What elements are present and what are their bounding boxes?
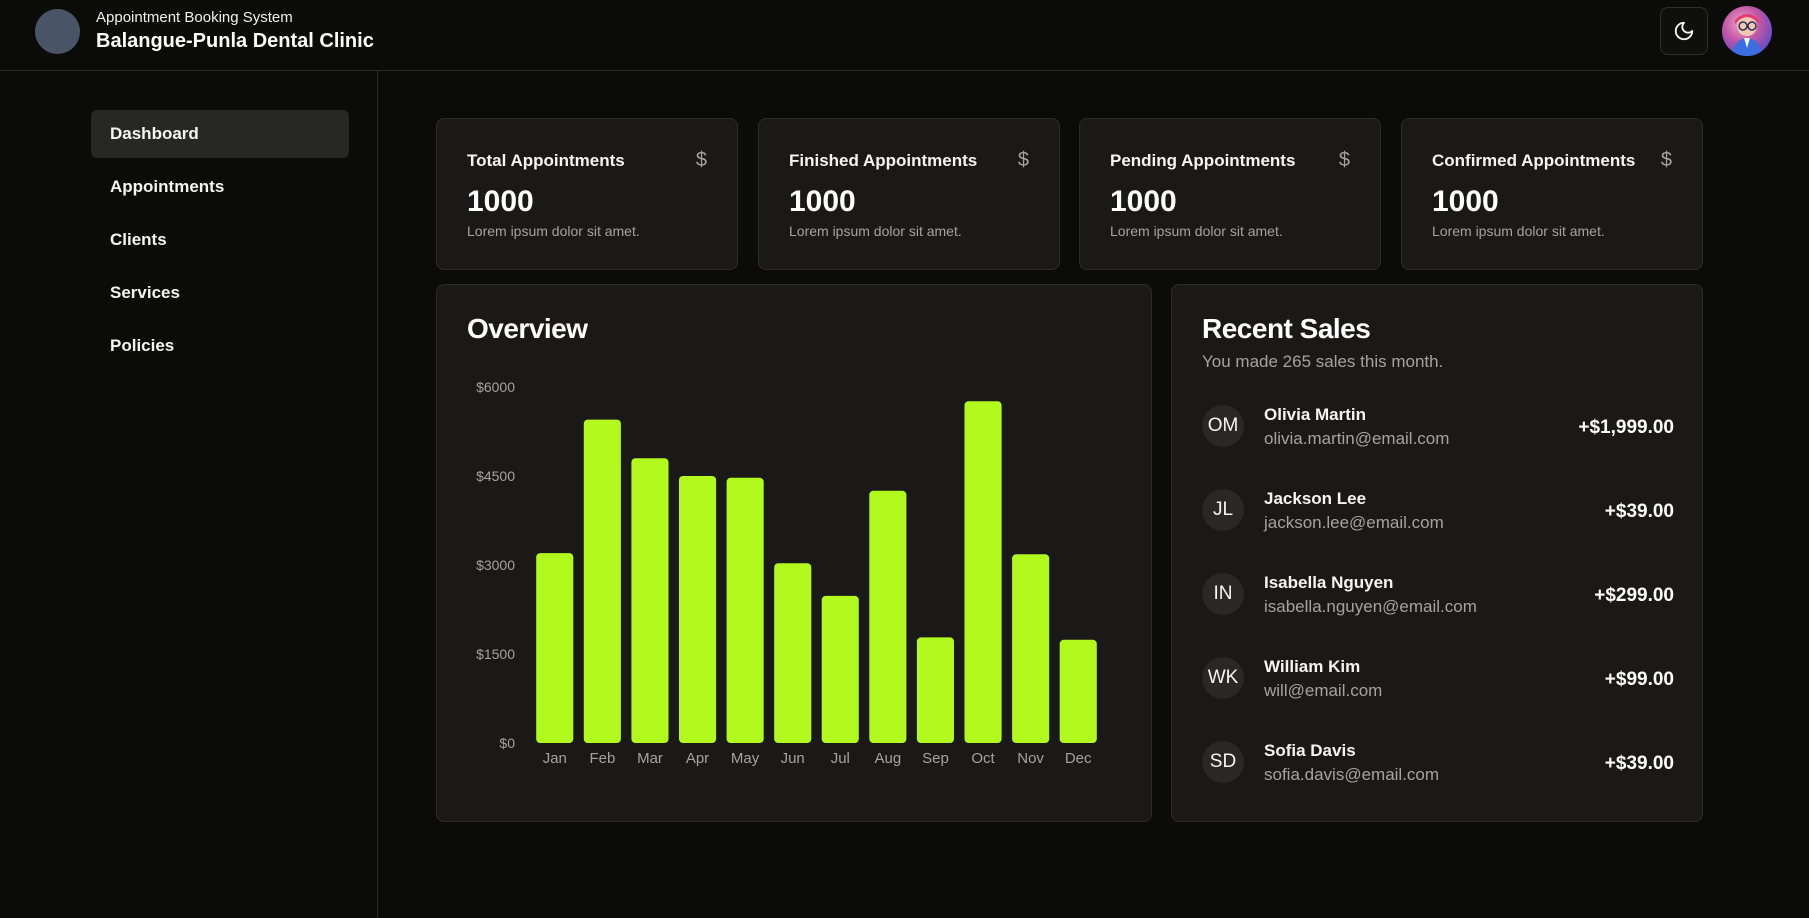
- sidebar-item-dashboard[interactable]: Dashboard: [91, 110, 349, 158]
- bar-may: [726, 477, 764, 743]
- bar-jul: [821, 595, 859, 743]
- stat-value: 1000: [1110, 185, 1177, 218]
- customer-avatar: OM: [1202, 405, 1244, 447]
- stat-value: 1000: [1432, 185, 1499, 218]
- y-tick-label: $0: [499, 735, 515, 751]
- x-tick-label: Jun: [781, 750, 805, 767]
- stat-description: Lorem ipsum dolor sit amet.: [1110, 223, 1283, 239]
- x-tick-label: Aug: [875, 750, 902, 767]
- stat-description: Lorem ipsum dolor sit amet.: [467, 223, 640, 239]
- customer-avatar: JL: [1202, 489, 1244, 531]
- overview-card: Overview $0 $1500 $3000 $4500 $6000 Jan Feb Mar…: [436, 284, 1152, 822]
- stat-card-pending: Pending Appointments $ 1000 Lorem ipsum …: [1079, 118, 1381, 270]
- bar-sep: [916, 637, 954, 743]
- y-tick-label: $1500: [476, 646, 515, 662]
- sidebar-item-clients[interactable]: Clients: [91, 216, 349, 264]
- bar-nov: [1012, 554, 1050, 743]
- sale-row: WK William Kim will@email.com +$99.00: [1202, 655, 1674, 703]
- customer-avatar: SD: [1202, 741, 1244, 783]
- customer-name: Isabella Nguyen: [1264, 573, 1394, 592]
- recent-sales-card: Recent Sales You made 265 sales this mon…: [1171, 284, 1703, 822]
- x-tick-label: Jan: [543, 750, 567, 767]
- avatar-image: [1732, 14, 1762, 56]
- x-tick-label: Apr: [686, 750, 709, 767]
- sale-amount: +$1,999.00: [1578, 417, 1674, 438]
- sale-row: IN Isabella Nguyen isabella.nguyen@email…: [1202, 571, 1674, 619]
- customer-email: isabella.nguyen@email.com: [1264, 597, 1477, 616]
- bar-jan: [536, 553, 574, 743]
- dollar-icon: $: [695, 149, 707, 171]
- sale-row: SD Sofia Davis sofia.davis@email.com +$3…: [1202, 739, 1674, 787]
- sidebar-item-appointments[interactable]: Appointments: [91, 163, 349, 211]
- dollar-icon: $: [1660, 149, 1672, 171]
- bar-jun: [774, 563, 812, 743]
- y-tick-label: $3000: [476, 557, 515, 573]
- customer-avatar: WK: [1202, 657, 1244, 699]
- stat-title: Pending Appointments: [1110, 151, 1296, 170]
- sale-amount: +$99.00: [1604, 669, 1674, 690]
- clinic-logo: [35, 9, 80, 54]
- x-tick-label: Mar: [637, 750, 663, 767]
- sidebar-item-services[interactable]: Services: [91, 269, 349, 317]
- bar-oct: [964, 401, 1002, 743]
- sale-row: JL Jackson Lee jackson.lee@email.com +$3…: [1202, 487, 1674, 535]
- recent-sales-title: Recent Sales: [1202, 313, 1371, 344]
- stat-value: 1000: [789, 185, 856, 218]
- app-header: Appointment Booking System Balangue-Punl…: [0, 0, 1809, 71]
- customer-email: sofia.davis@email.com: [1264, 765, 1440, 784]
- sale-row: OM Olivia Martin olivia.martin@email.com…: [1202, 403, 1674, 451]
- bar-apr: [679, 476, 717, 743]
- customer-name: Sofia Davis: [1264, 741, 1356, 760]
- bar-feb: [583, 419, 621, 743]
- overview-bar-chart: $0 $1500 $3000 $4500 $6000 Jan Feb Mar Apr May Jun…: [476, 379, 1097, 767]
- stat-title: Finished Appointments: [789, 151, 978, 170]
- x-tick-label: Sep: [922, 750, 949, 767]
- stat-title: Total Appointments: [467, 151, 625, 170]
- x-tick-label: Jul: [831, 750, 850, 767]
- customer-name: Jackson Lee: [1264, 489, 1367, 508]
- stat-card-confirmed: Confirmed Appointments $ 1000 Lorem ipsu…: [1401, 118, 1703, 270]
- y-tick-label: $6000: [476, 379, 515, 395]
- y-tick-label: $4500: [476, 468, 515, 484]
- sidebar-item-policies[interactable]: Policies: [91, 322, 349, 370]
- x-tick-label: Dec: [1065, 750, 1092, 767]
- customer-name: William Kim: [1264, 657, 1361, 676]
- stat-title: Confirmed Appointments: [1432, 151, 1636, 170]
- x-tick-label: Feb: [589, 750, 615, 767]
- customer-avatar: IN: [1202, 573, 1244, 615]
- sale-amount: +$39.00: [1604, 753, 1674, 774]
- customer-email: olivia.martin@email.com: [1264, 429, 1450, 448]
- customer-name: Olivia Martin: [1264, 405, 1367, 424]
- bar-mar: [631, 458, 669, 743]
- sale-amount: +$299.00: [1594, 585, 1674, 606]
- customer-email: jackson.lee@email.com: [1264, 513, 1444, 532]
- bar-dec: [1059, 639, 1097, 743]
- bar-aug: [869, 490, 907, 743]
- x-tick-label: Nov: [1017, 750, 1044, 767]
- user-avatar[interactable]: [1722, 6, 1772, 56]
- moon-icon: [1674, 21, 1694, 41]
- clinic-name: Balangue-Punla Dental Clinic: [96, 30, 374, 52]
- dollar-icon: $: [1017, 149, 1029, 171]
- sidebar: Dashboard Appointments Clients Services …: [0, 71, 378, 918]
- stat-description: Lorem ipsum dolor sit amet.: [789, 223, 962, 239]
- recent-sales-subtitle: You made 265 sales this month.: [1202, 352, 1444, 371]
- customer-email: will@email.com: [1264, 681, 1383, 700]
- stat-card-finished: Finished Appointments $ 1000 Lorem ipsum…: [758, 118, 1060, 270]
- stat-description: Lorem ipsum dolor sit amet.: [1432, 223, 1605, 239]
- x-tick-label: May: [731, 750, 760, 767]
- app-subtitle: Appointment Booking System: [96, 9, 293, 26]
- x-tick-label: Oct: [971, 750, 995, 767]
- dollar-icon: $: [1338, 149, 1350, 171]
- stat-value: 1000: [467, 185, 534, 218]
- overview-title: Overview: [467, 313, 588, 344]
- sale-amount: +$39.00: [1604, 501, 1674, 522]
- theme-toggle-button[interactable]: [1660, 7, 1708, 55]
- stat-card-total: Total Appointments $ 1000 Lorem ipsum do…: [436, 118, 738, 270]
